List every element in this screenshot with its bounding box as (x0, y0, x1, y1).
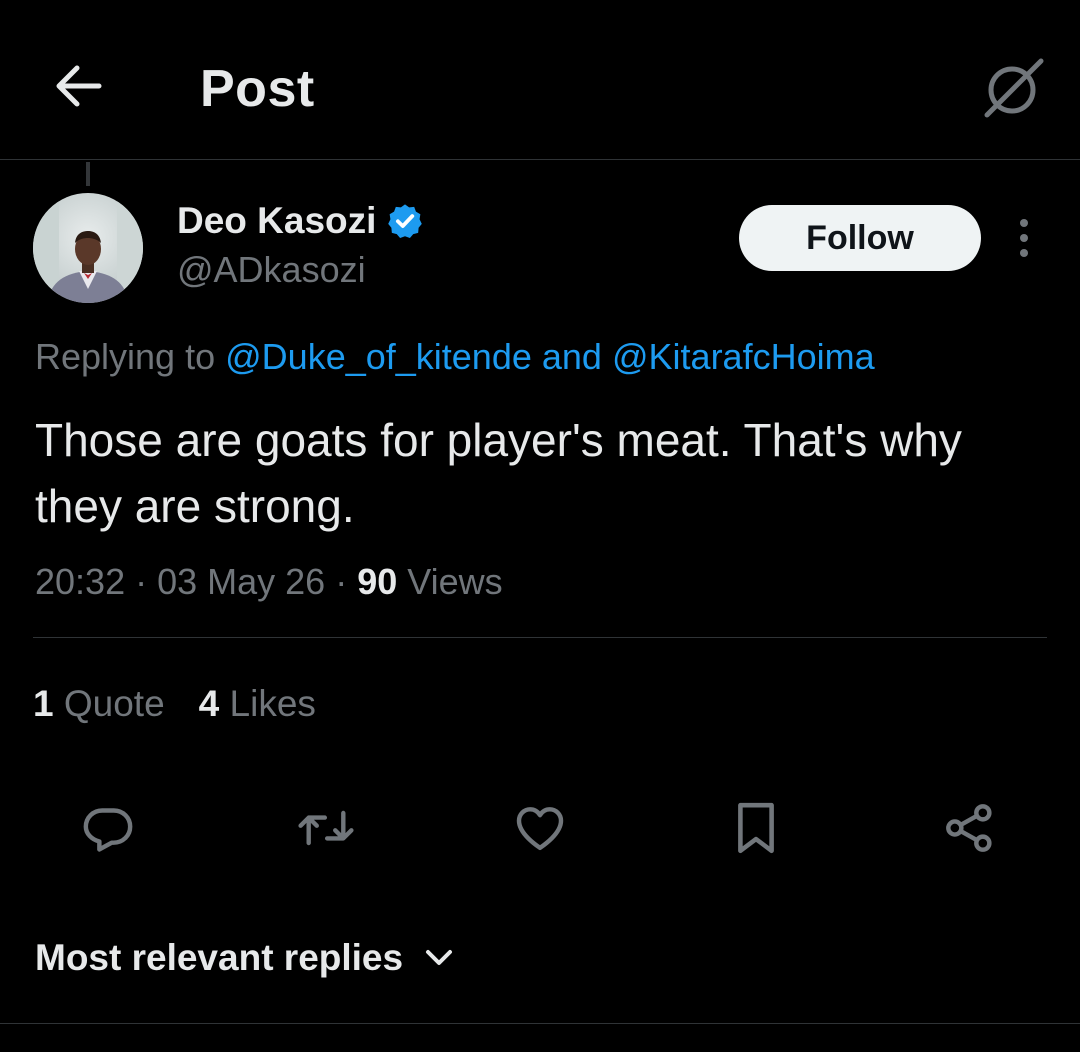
replying-to-prefix: Replying to (35, 336, 216, 377)
divider (0, 1023, 1080, 1024)
engagement-stats: 1 Quote 4 Likes (33, 682, 316, 726)
repost-button[interactable] (294, 796, 358, 860)
repost-icon (298, 810, 354, 846)
thread-connector-line (86, 162, 90, 186)
likes-count: 4 (198, 683, 220, 724)
author-name-row: Deo Kasozi (177, 198, 424, 244)
tweet-date: 03 May 26 (157, 561, 326, 602)
share-button[interactable] (938, 796, 1002, 860)
likes-label: Likes (229, 683, 316, 724)
replies-sort-dropdown[interactable]: Most relevant replies (35, 935, 453, 981)
quotes-label: Quote (63, 683, 165, 724)
back-button[interactable] (40, 52, 116, 120)
share-icon (946, 804, 992, 852)
more-options-button[interactable] (1000, 212, 1048, 264)
reply-button[interactable] (76, 796, 140, 860)
avatar[interactable] (33, 193, 143, 303)
bookmark-icon (738, 802, 774, 854)
bookmark-button[interactable] (724, 796, 788, 860)
replying-to-line: Replying to @Duke_of_kitende and @Kitara… (35, 335, 875, 379)
like-button[interactable] (508, 796, 572, 860)
likes-stat[interactable]: 4 Likes (199, 682, 316, 726)
chevron-down-icon (426, 950, 453, 965)
tweet-text: Those are goats for player's meat. That'… (35, 414, 962, 532)
verified-badge-icon (388, 204, 423, 238)
author-handle[interactable]: @ADkasozi (177, 248, 366, 292)
views-label: Views (407, 561, 503, 602)
grok-button[interactable] (976, 50, 1052, 126)
arrow-left-icon (56, 65, 102, 107)
more-vertical-icon (1020, 219, 1028, 257)
quotes-count: 1 (33, 683, 54, 724)
like-icon (516, 807, 564, 851)
divider (33, 637, 1047, 638)
follow-button[interactable]: Follow (739, 205, 981, 271)
page-title: Post (200, 60, 315, 118)
author-display-name[interactable]: Deo Kasozi (177, 198, 376, 244)
mention-link[interactable]: @KitarafcHoima (612, 336, 875, 377)
quotes-stat[interactable]: 1 Quote (33, 682, 165, 726)
top-app-bar: Post (0, 0, 1080, 160)
grok-icon (984, 58, 1044, 118)
mention-link[interactable]: @Duke_of_kitende (225, 336, 532, 377)
replying-to-joiner: and (541, 336, 602, 377)
views-count: 90 (357, 561, 398, 602)
tweet-meta: 20:32 · 03 May 26 · 90 Views (35, 561, 503, 602)
replies-sort-label: Most relevant replies (35, 937, 404, 978)
tweet-time: 20:32 (35, 561, 126, 602)
reply-icon (83, 808, 133, 852)
